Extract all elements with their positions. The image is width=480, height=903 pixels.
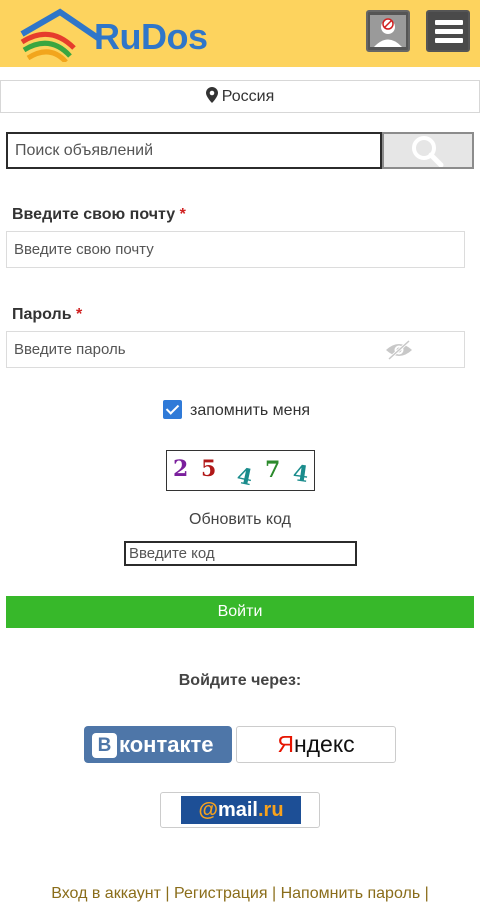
app-header: RuDos: [0, 0, 480, 67]
email-label: Введите свою почту *: [12, 206, 186, 223]
search-button[interactable]: [382, 132, 474, 169]
search-input[interactable]: Поиск объявлений: [6, 132, 382, 169]
mailru-login-button[interactable]: @mail.ru: [160, 792, 320, 828]
captcha-digit: 5: [201, 456, 217, 482]
vk-logo-icon: В: [92, 733, 117, 758]
search-icon: [412, 136, 444, 167]
captcha-digit: 7: [265, 457, 281, 483]
remember-label: запомнить меня: [190, 402, 311, 419]
required-mark: *: [76, 306, 83, 323]
eye-off-icon[interactable]: [384, 339, 414, 361]
refresh-captcha-link[interactable]: Обновить код: [0, 511, 480, 529]
footer-link-login[interactable]: Вход в аккаунт: [51, 885, 161, 902]
yandex-login-button[interactable]: Яндекс: [236, 726, 396, 763]
required-mark: *: [179, 206, 186, 223]
captcha-digit: 4: [291, 460, 311, 488]
user-account-button[interactable]: [366, 10, 410, 52]
login-button[interactable]: Войти: [6, 596, 474, 628]
region-label: Россия: [221, 88, 275, 105]
footer-links: Вход в аккаунт | Регистрация | Напомнить…: [51, 885, 429, 902]
user-icon: [370, 15, 406, 47]
captcha-digit: 4: [234, 462, 255, 492]
site-logo[interactable]: RuDos: [20, 4, 220, 64]
location-pin-icon: [205, 87, 218, 103]
social-login-title: Войдите через:: [178, 672, 302, 689]
captcha-digit: 2: [173, 456, 189, 482]
remember-me[interactable]: запомнить меня: [163, 400, 310, 421]
brand-name: RuDos: [94, 16, 208, 57]
email-field[interactable]: Введите свою почту: [6, 231, 465, 268]
captcha-input[interactable]: Введите код: [124, 541, 357, 566]
menu-icon: [435, 20, 463, 25]
region-selector[interactable]: Россия: [0, 80, 480, 113]
password-label: Пароль *: [12, 306, 83, 323]
footer-link-remind-password[interactable]: Напомнить пароль: [281, 885, 421, 902]
logo-roof-icon: [20, 8, 100, 64]
footer-link-register[interactable]: Регистрация: [174, 885, 268, 902]
captcha-image: 2 5 4 7 4: [166, 450, 315, 491]
menu-button[interactable]: [426, 10, 470, 52]
remember-checkbox[interactable]: [163, 400, 182, 419]
mailru-logo-icon: @mail.ru: [181, 796, 301, 824]
vk-login-button[interactable]: Вконтакте: [84, 726, 232, 763]
